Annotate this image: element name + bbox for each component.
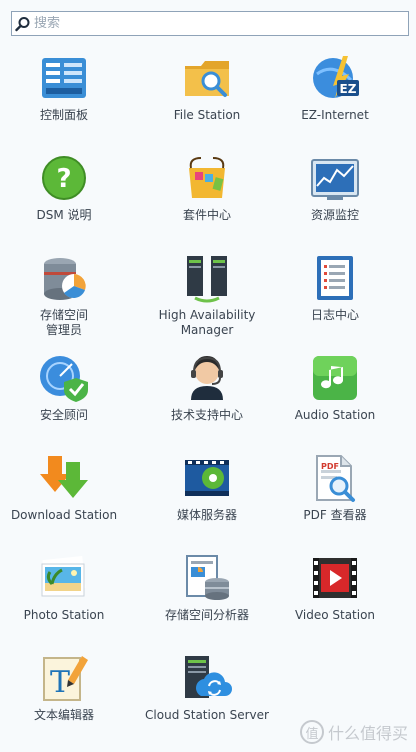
app-label: 文本编辑器 xyxy=(33,708,94,722)
media-server-icon xyxy=(181,452,233,504)
app-media-server[interactable]: 媒体服务器 xyxy=(144,444,270,542)
storage-manager-icon xyxy=(38,252,90,304)
search-box[interactable] xyxy=(11,11,409,36)
app-text-editor[interactable]: T 文本编辑器 xyxy=(1,644,127,742)
app-download-station[interactable]: Download Station xyxy=(1,444,127,542)
app-storage-manager[interactable]: 存储空间 管理员 xyxy=(1,244,127,342)
app-pdf-viewer[interactable]: PDF PDF 查看器 xyxy=(272,444,398,542)
storage-analyzer-icon xyxy=(181,552,233,604)
security-advisor-icon xyxy=(38,352,90,404)
svg-text:EZ: EZ xyxy=(340,82,357,96)
file-station-icon xyxy=(181,52,233,104)
control-panel-icon xyxy=(38,52,90,104)
app-package-center[interactable]: 套件中心 xyxy=(144,144,270,242)
app-label: 安全顾问 xyxy=(39,408,88,422)
app-log-center[interactable]: 日志中心 xyxy=(272,244,398,342)
app-audio-station[interactable]: Audio Station xyxy=(272,344,398,442)
app-file-station[interactable]: File Station xyxy=(144,44,270,142)
download-station-icon xyxy=(38,452,90,504)
app-label: 资源监控 xyxy=(310,208,359,222)
app-ez-internet[interactable]: EZ EZ-Internet xyxy=(272,44,398,142)
audio-station-icon xyxy=(309,352,361,404)
app-storage-analyzer[interactable]: 存储空间分析器 xyxy=(144,544,270,642)
app-label: 套件中心 xyxy=(182,208,231,222)
app-support-center[interactable]: 技术支持中心 xyxy=(144,344,270,442)
app-cloud-station[interactable]: Cloud Station Server xyxy=(144,644,270,742)
svg-text:PDF: PDF xyxy=(321,462,339,471)
text-editor-icon: T xyxy=(38,652,90,704)
watermark-text: 什么值得买 xyxy=(327,724,408,743)
help-icon: ? xyxy=(38,152,90,204)
app-label: Cloud Station Server xyxy=(145,708,269,722)
cloud-station-icon xyxy=(181,652,233,704)
app-label: DSM 说明 xyxy=(36,208,92,222)
pdf-viewer-icon: PDF xyxy=(309,452,361,504)
watermark-badge: 值 xyxy=(299,720,324,744)
search-input[interactable] xyxy=(34,16,408,31)
app-label: File Station xyxy=(173,108,241,122)
svg-text:T: T xyxy=(50,665,70,700)
app-video-station[interactable]: Video Station xyxy=(272,544,398,642)
app-label: 存储空间分析器 xyxy=(164,608,249,622)
app-label: Audio Station xyxy=(294,408,376,422)
app-help[interactable]: ? DSM 说明 xyxy=(1,144,127,242)
ez-internet-icon: EZ xyxy=(309,52,361,104)
watermark: 值 什么值得买 xyxy=(299,720,408,744)
svg-text:?: ? xyxy=(56,164,71,194)
app-label: High Availability Manager xyxy=(158,308,256,337)
app-label: PDF 查看器 xyxy=(303,508,367,522)
app-label: Photo Station xyxy=(23,608,105,622)
app-high-availability[interactable]: High Availability Manager xyxy=(144,244,270,342)
log-center-icon xyxy=(309,252,361,304)
app-label: 控制面板 xyxy=(39,108,88,122)
video-station-icon xyxy=(309,552,361,604)
photo-station-icon xyxy=(38,552,90,604)
app-label: Download Station xyxy=(10,508,118,522)
high-availability-icon xyxy=(181,252,233,304)
app-label: 技术支持中心 xyxy=(170,408,243,422)
app-label: 日志中心 xyxy=(310,308,359,322)
app-label: Video Station xyxy=(294,608,376,622)
app-security-advisor[interactable]: 安全顾问 xyxy=(1,344,127,442)
app-label: 存储空间 管理员 xyxy=(39,308,88,337)
app-label: 媒体服务器 xyxy=(176,508,237,522)
search-icon xyxy=(12,13,34,35)
resource-monitor-icon xyxy=(309,152,361,204)
support-center-icon xyxy=(181,352,233,404)
app-resource-monitor[interactable]: 资源监控 xyxy=(272,144,398,242)
app-control-panel[interactable]: 控制面板 xyxy=(1,44,127,142)
package-center-icon xyxy=(181,152,233,204)
app-label: EZ-Internet xyxy=(301,108,369,122)
app-photo-station[interactable]: Photo Station xyxy=(1,544,127,642)
